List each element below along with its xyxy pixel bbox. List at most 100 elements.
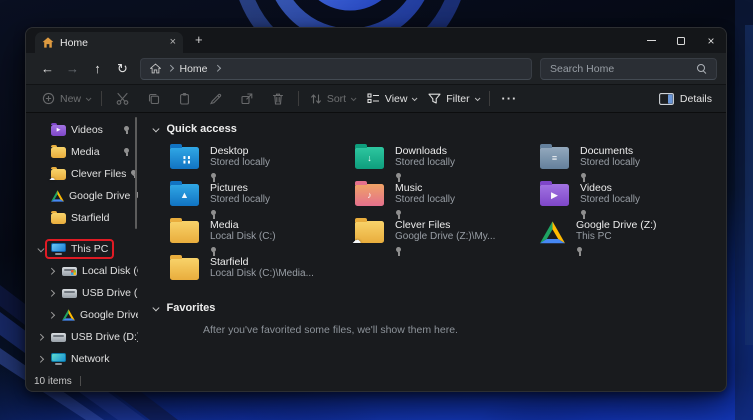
folder-music-icon: ♪ [355, 184, 384, 206]
chevron-down-icon [86, 95, 91, 100]
tile-text: PicturesStored locally [210, 182, 270, 224]
sidebar-item-this-pc[interactable]: This PC [26, 238, 138, 260]
pin-icon [395, 210, 403, 219]
usb-drive-icon [51, 333, 66, 342]
sidebar-item-label: Network [71, 353, 110, 365]
share-button[interactable] [231, 92, 262, 105]
close-button[interactable]: × [696, 28, 726, 53]
sidebar-item-usb-drive-d[interactable]: USB Drive (D:) [26, 326, 138, 348]
sidebar-item-label: USB Drive (D:) [82, 287, 138, 299]
tile-location: Stored locally [580, 194, 640, 206]
filter-button-label: Filter [446, 93, 469, 105]
tile-text: VideosStored locally [580, 182, 640, 224]
tile-text: StarfieldLocal Disk (C:)\Media... [210, 256, 314, 280]
details-button[interactable]: Details [659, 93, 716, 105]
minimize-button[interactable] [636, 28, 666, 53]
copy-button[interactable] [138, 92, 169, 105]
tile-name: Clever Files [395, 219, 495, 231]
tile-desktop[interactable]: DesktopStored locally [170, 145, 355, 182]
tile-location: Local Disk (C:) [210, 231, 276, 243]
chevron-right-icon[interactable] [45, 291, 58, 296]
tile-starfield[interactable]: StarfieldLocal Disk (C:)\Media... [170, 256, 355, 293]
filter-button[interactable]: Filter [422, 93, 484, 105]
sidebar-item-clever-files[interactable]: ☁Clever Files [26, 163, 138, 185]
forward-button[interactable]: → [60, 61, 85, 76]
chevron-down-icon[interactable] [153, 125, 159, 131]
rename-button[interactable] [200, 92, 231, 105]
up-button[interactable]: ↑ [85, 61, 110, 76]
sidebar-item-core: Media [47, 144, 104, 160]
chevron-down-icon[interactable] [34, 247, 47, 252]
search-icon[interactable] [697, 64, 707, 74]
sidebar-item-media[interactable]: Media [26, 141, 138, 163]
sidebar-item-network[interactable]: Network [26, 348, 138, 370]
search-box[interactable]: Search Home [540, 58, 717, 80]
tile-location: Stored locally [210, 157, 270, 169]
sidebar-scrollbar[interactable] [135, 117, 137, 229]
tile-name: Downloads [395, 145, 455, 157]
tile-documents[interactable]: ≡DocumentsStored locally [540, 145, 725, 182]
sidebar-item-google-drive[interactable]: Google Drive [26, 185, 138, 207]
view-list-icon [367, 93, 380, 104]
tile-music[interactable]: ♪MusicStored locally [355, 182, 540, 219]
tile-location: This PC [576, 231, 657, 243]
screenshot: Home × + × ← → ↑ ↻ Home Search Home [0, 0, 753, 420]
sidebar-item-starfield[interactable]: Starfield [26, 207, 138, 229]
tile-downloads[interactable]: ↓DownloadsStored locally [355, 145, 540, 182]
maximize-button[interactable] [666, 28, 696, 53]
sidebar-item-videos[interactable]: ▶Videos [26, 119, 138, 141]
sidebar-item-label: Local Disk (C:) [82, 265, 138, 277]
filter-funnel-icon [428, 93, 441, 104]
sidebar-item-local-disk-c[interactable]: Local Disk (C:) [26, 260, 138, 282]
tile-text: DocumentsStored locally [580, 145, 640, 187]
chevron-right-icon[interactable] [214, 65, 220, 71]
cut-button[interactable] [107, 92, 138, 105]
folder-videos-icon: ▶ [540, 184, 569, 206]
tile-clever-files[interactable]: ☁Clever FilesGoogle Drive (Z:)\My... [355, 219, 540, 256]
folder-yellow-icon [51, 147, 66, 158]
sidebar-item-core: USB Drive (D:) [47, 329, 138, 345]
chevron-right-icon[interactable] [34, 335, 47, 340]
sidebar-item-core: Local Disk (C:) [58, 263, 138, 279]
tile-name: Documents [580, 145, 640, 157]
sort-button-label: Sort [327, 93, 346, 105]
tile-name: Starfield [210, 256, 314, 268]
chevron-right-icon[interactable] [45, 269, 58, 274]
paste-button[interactable] [169, 92, 200, 105]
new-button[interactable]: New [36, 92, 96, 105]
pin-icon [395, 247, 403, 256]
chevron-right-icon[interactable] [34, 357, 47, 362]
tile-pictures[interactable]: ▲PicturesStored locally [170, 182, 355, 219]
tile-text: Google Drive (Z:)This PC [576, 219, 657, 261]
tile-text: MediaLocal Disk (C:) [210, 219, 276, 261]
new-tab-button[interactable]: + [195, 33, 203, 46]
chevron-down-icon[interactable] [153, 304, 159, 310]
sidebar-gap [26, 229, 138, 238]
favorites-header[interactable]: Favorites [150, 302, 720, 314]
more-options-button[interactable]: ··· [495, 91, 523, 106]
sidebar-item-usb-drive-d[interactable]: USB Drive (D:) [26, 282, 138, 304]
tile-media[interactable]: MediaLocal Disk (C:) [170, 219, 355, 256]
view-button[interactable]: View [361, 93, 422, 105]
tile-text: MusicStored locally [395, 182, 455, 224]
quick-access-header[interactable]: Quick access [150, 123, 720, 135]
delete-button[interactable] [262, 92, 293, 105]
tile-name: Videos [580, 182, 640, 194]
back-button[interactable]: ← [35, 61, 60, 76]
breadcrumb-item[interactable]: Home [180, 63, 208, 75]
sidebar-item-google-drive[interactable]: Google Drive ( [26, 304, 138, 326]
sidebar-item-label: Google Drive [69, 190, 130, 202]
chevron-right-icon[interactable] [45, 313, 58, 318]
address-bar[interactable]: Home [140, 58, 532, 80]
tile-name: Music [395, 182, 455, 194]
copy-icon [147, 92, 160, 105]
tile-google-drive-z[interactable]: Google Drive (Z:)This PC [540, 219, 725, 256]
sidebar-item-core: This PC [47, 241, 112, 257]
sidebar-item-label: Media [71, 146, 100, 158]
sort-button[interactable]: Sort [304, 93, 361, 105]
refresh-button[interactable]: ↻ [110, 61, 135, 77]
sidebar-item-label: Google Drive ( [80, 309, 138, 321]
tile-videos[interactable]: ▶ VideosStored locally [540, 182, 725, 219]
tab-close-icon[interactable]: × [170, 37, 176, 48]
tab-home[interactable]: Home × [35, 32, 183, 53]
